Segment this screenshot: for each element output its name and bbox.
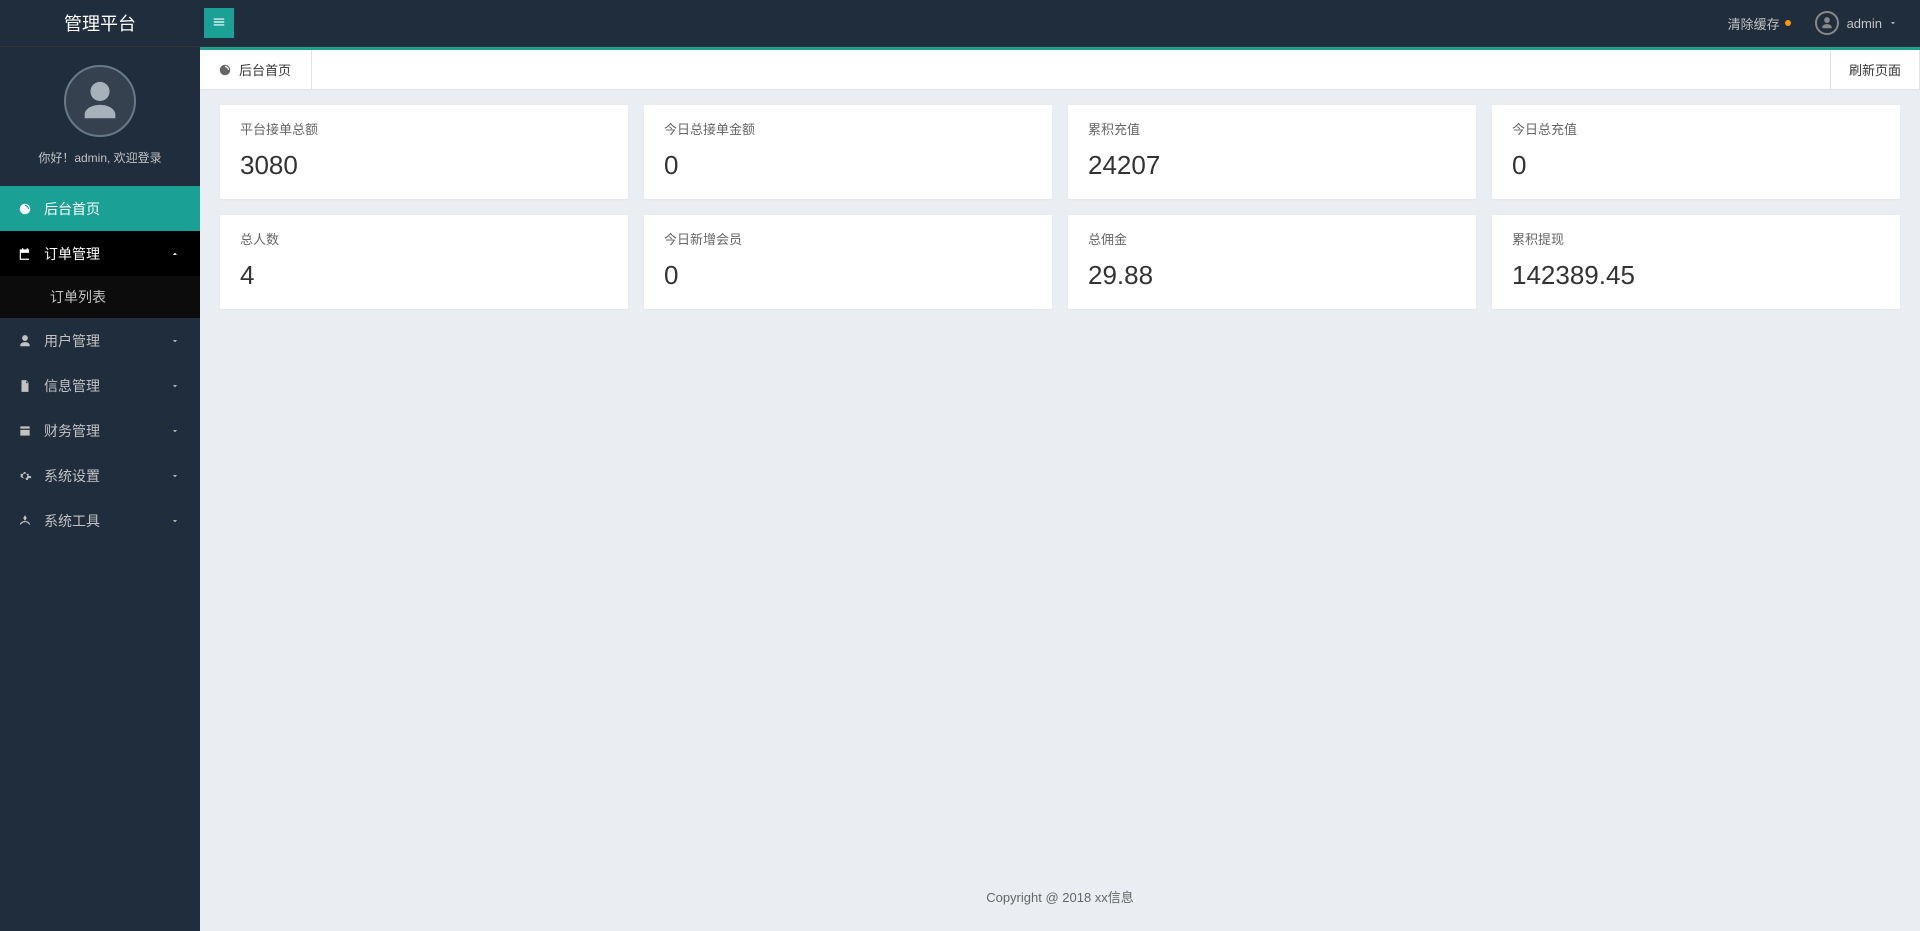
stat-value: 4 xyxy=(240,260,608,291)
stat-label: 今日新增会员 xyxy=(664,229,1032,248)
stat-card-today-recharge: 今日总充值 0 xyxy=(1492,105,1900,199)
stat-value: 3080 xyxy=(240,150,608,181)
tab-home[interactable]: 后台首页 xyxy=(200,50,312,90)
sub-nav-label: 订单列表 xyxy=(50,287,106,307)
username-label: admin xyxy=(1847,16,1882,31)
nav: 后台首页订单管理订单列表用户管理信息管理财务管理系统设置系统工具 xyxy=(0,186,200,543)
nav-label: 订单管理 xyxy=(44,244,100,264)
stat-card-total-recharge: 累积充值 24207 xyxy=(1068,105,1476,199)
stat-value: 0 xyxy=(664,150,1032,181)
logo-text: 管理平台 xyxy=(64,10,136,36)
user-icon xyxy=(18,334,34,348)
stat-label: 今日总充值 xyxy=(1512,119,1880,138)
refresh-page-button[interactable]: 刷新页面 xyxy=(1830,50,1920,90)
chevron-down-icon xyxy=(1888,16,1898,31)
wrench-icon xyxy=(18,514,34,528)
nav-label: 系统工具 xyxy=(44,511,100,531)
chevron-down-icon xyxy=(170,513,180,529)
gear-icon xyxy=(18,469,34,483)
stat-value: 24207 xyxy=(1088,150,1456,181)
clear-cache-button[interactable]: 清除缓存 xyxy=(1716,0,1803,46)
content: 平台接单总额 3080 今日总接单金额 0 累积充值 24207 今日总充值 0 总人数 4 今日新… xyxy=(200,90,1920,931)
stat-value: 29.88 xyxy=(1088,260,1456,291)
notification-dot-icon xyxy=(1785,20,1791,26)
nav-item-tools[interactable]: 系统工具 xyxy=(0,498,200,543)
chevron-down-icon xyxy=(170,378,180,394)
sub-nav-item-order-list[interactable]: 订单列表 xyxy=(0,276,200,318)
stat-card-today-new-users: 今日新增会员 0 xyxy=(644,215,1052,309)
nav-label: 财务管理 xyxy=(44,421,100,441)
chevron-up-icon xyxy=(170,246,180,262)
stat-label: 平台接单总额 xyxy=(240,119,608,138)
file-icon xyxy=(18,379,34,393)
sidebar-toggle-button[interactable] xyxy=(204,8,234,38)
nav-item-info[interactable]: 信息管理 xyxy=(0,363,200,408)
dashboard-icon xyxy=(218,63,232,77)
chevron-down-icon xyxy=(170,468,180,484)
nav-label: 用户管理 xyxy=(44,331,100,351)
stat-label: 总佣金 xyxy=(1088,229,1456,248)
welcome-text: 你好！admin, 欢迎登录 xyxy=(0,149,200,166)
sub-nav-order: 订单列表 xyxy=(0,276,200,318)
header-right: 清除缓存 admin xyxy=(1716,0,1920,46)
avatar-icon xyxy=(64,65,136,137)
stat-value: 0 xyxy=(664,260,1032,291)
dashboard-icon xyxy=(18,202,34,216)
stat-card-total-users: 总人数 4 xyxy=(220,215,628,309)
nav-label: 后台首页 xyxy=(44,199,100,219)
refresh-label: 刷新页面 xyxy=(1849,60,1901,79)
chevron-down-icon xyxy=(170,423,180,439)
stat-label: 总人数 xyxy=(240,229,608,248)
stat-card-total-commission: 总佣金 29.88 xyxy=(1068,215,1476,309)
chevron-down-icon xyxy=(170,333,180,349)
nav-item-settings[interactable]: 系统设置 xyxy=(0,453,200,498)
nav-item-user[interactable]: 用户管理 xyxy=(0,318,200,363)
user-menu[interactable]: admin xyxy=(1803,0,1910,46)
stat-value: 0 xyxy=(1512,150,1880,181)
menu-icon xyxy=(212,15,226,32)
stat-label: 累积提现 xyxy=(1512,229,1880,248)
stat-value: 142389.45 xyxy=(1512,260,1880,291)
stat-label: 累积充值 xyxy=(1088,119,1456,138)
stat-grid: 平台接单总额 3080 今日总接单金额 0 累积充值 24207 今日总充值 0 总人数 4 今日新… xyxy=(220,105,1900,309)
nav-label: 信息管理 xyxy=(44,376,100,396)
nav-label: 系统设置 xyxy=(44,466,100,486)
main: 后台首页 刷新页面 平台接单总额 3080 今日总接单金额 0 累积充值 24207 今日总… xyxy=(200,47,1920,931)
nav-item-home[interactable]: 后台首页 xyxy=(0,186,200,231)
sidebar: 你好！admin, 欢迎登录 后台首页订单管理订单列表用户管理信息管理财务管理系… xyxy=(0,47,200,931)
avatar-icon xyxy=(1815,11,1839,35)
tab-label: 后台首页 xyxy=(239,60,291,79)
calendar-icon xyxy=(18,247,34,261)
stat-label: 今日总接单金额 xyxy=(664,119,1032,138)
stat-card-total-order-amount: 平台接单总额 3080 xyxy=(220,105,628,199)
money-icon xyxy=(18,424,34,438)
logo: 管理平台 xyxy=(0,0,200,46)
nav-item-order[interactable]: 订单管理 xyxy=(0,231,200,276)
clear-cache-label: 清除缓存 xyxy=(1728,14,1780,33)
footer: Copyright @ 2018 xx信息 xyxy=(220,877,1900,916)
stat-card-today-order-amount: 今日总接单金额 0 xyxy=(644,105,1052,199)
sidebar-profile: 你好！admin, 欢迎登录 xyxy=(0,47,200,186)
tabs-bar: 后台首页 刷新页面 xyxy=(200,50,1920,90)
stat-card-total-withdraw: 累积提现 142389.45 xyxy=(1492,215,1900,309)
nav-item-finance[interactable]: 财务管理 xyxy=(0,408,200,453)
header: 管理平台 清除缓存 admin xyxy=(0,0,1920,46)
